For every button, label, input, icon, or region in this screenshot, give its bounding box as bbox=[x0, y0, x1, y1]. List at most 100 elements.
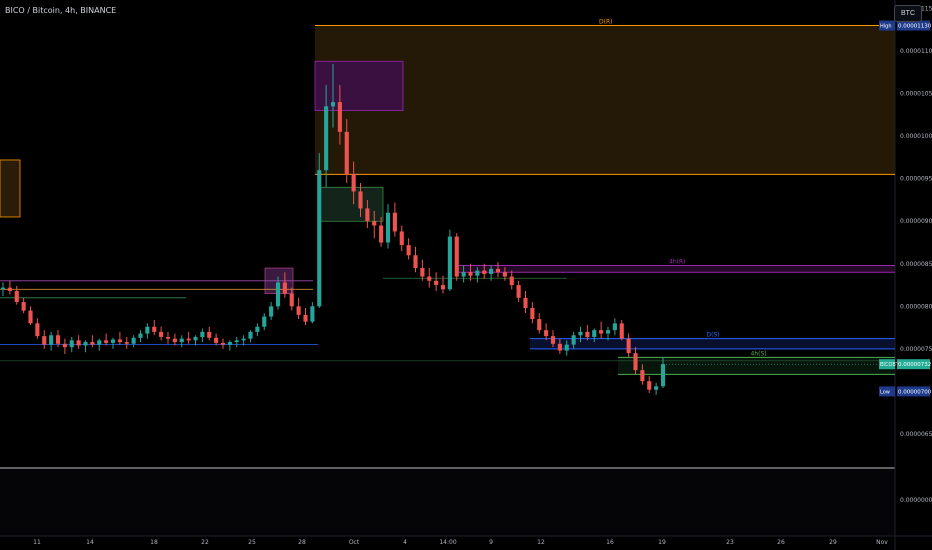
candle-body bbox=[654, 386, 659, 390]
candle-body bbox=[303, 314, 308, 322]
candle-body bbox=[612, 323, 617, 331]
zone-purple bbox=[455, 265, 895, 273]
candle-body bbox=[544, 330, 549, 337]
zone-label: D(S) bbox=[707, 332, 720, 339]
candle-body bbox=[14, 291, 19, 303]
candle-body bbox=[599, 330, 604, 334]
candle-body bbox=[592, 330, 597, 337]
candle-body bbox=[434, 280, 439, 286]
candle-body bbox=[275, 282, 281, 307]
time-tick-label: 23 bbox=[726, 539, 734, 546]
candle-body bbox=[69, 340, 74, 348]
price-tick-label: 0.00001000 bbox=[900, 133, 932, 140]
candle-body bbox=[571, 335, 576, 345]
candle-body bbox=[427, 276, 432, 281]
time-tick-label: 28 bbox=[298, 539, 306, 546]
currency-button[interactable]: BTC bbox=[894, 5, 922, 22]
candle-body bbox=[186, 338, 191, 341]
candle-body bbox=[227, 342, 232, 345]
candle-body bbox=[76, 340, 81, 346]
candle-body bbox=[179, 338, 184, 343]
candle-body bbox=[200, 331, 205, 337]
candle-body bbox=[282, 282, 287, 294]
zone-old-supply bbox=[0, 159, 21, 218]
candle-body bbox=[159, 331, 164, 337]
price-tick-label: 0.00000800 bbox=[900, 303, 932, 310]
price-tag-value-text: 0.00000700 bbox=[898, 389, 932, 395]
candle-body bbox=[344, 131, 349, 175]
time-tick-label: 19 bbox=[658, 539, 666, 546]
candle-body bbox=[372, 221, 377, 226]
price-tick-label: 0.00000900 bbox=[900, 218, 932, 225]
candle-body bbox=[124, 342, 129, 344]
time-tick-label: 11 bbox=[33, 539, 41, 546]
candle-body bbox=[337, 102, 342, 132]
candle-body bbox=[454, 236, 459, 277]
time-tick-label: 9 bbox=[489, 539, 493, 546]
candle-body bbox=[420, 268, 425, 277]
price-tick-label: 0.00000750 bbox=[900, 346, 932, 353]
candle-body bbox=[633, 353, 638, 371]
price-tag-value-text: 0.00001130 bbox=[898, 24, 932, 30]
candle-body bbox=[605, 330, 611, 334]
candle-body bbox=[317, 170, 322, 307]
candle-body bbox=[523, 297, 528, 309]
indicator-pane bbox=[0, 469, 895, 536]
zone-label: 4h(R) bbox=[669, 258, 685, 265]
time-tick-label: 25 bbox=[248, 539, 256, 546]
candle-body bbox=[489, 268, 494, 274]
candle-body bbox=[220, 342, 226, 345]
candle-body bbox=[0, 287, 6, 290]
price-chart[interactable]: D(R)4h(R)D(S)4h(S)0.000011500.000011000.… bbox=[0, 0, 932, 550]
candle-body bbox=[502, 272, 507, 277]
time-tick-label: 14 bbox=[86, 539, 94, 546]
candle-body bbox=[640, 370, 645, 382]
candle-body bbox=[447, 236, 452, 290]
candle-body bbox=[262, 316, 267, 327]
candle-body bbox=[468, 272, 473, 276]
candle-body bbox=[21, 302, 26, 311]
candle-body bbox=[49, 335, 54, 345]
time-tick-label: 18 bbox=[150, 539, 158, 546]
candle-body bbox=[530, 308, 535, 320]
candle-body bbox=[626, 338, 631, 354]
chart-title: BICO / Bitcoin, 4h, BINANCE bbox=[5, 6, 117, 15]
price-tick-label: 0.00000850 bbox=[900, 261, 932, 268]
candle-body bbox=[557, 343, 562, 351]
candle-body bbox=[564, 344, 569, 351]
candle-body bbox=[42, 336, 47, 345]
candle-body bbox=[234, 340, 239, 343]
candle-body bbox=[495, 268, 501, 273]
candle-body bbox=[537, 319, 542, 331]
candle-body bbox=[289, 293, 294, 307]
candle-body bbox=[269, 306, 274, 317]
time-tick-label: 14:00 bbox=[439, 539, 456, 546]
zone-green-mid bbox=[319, 186, 384, 222]
candle-body bbox=[440, 285, 446, 290]
time-tick-label: Oct bbox=[349, 539, 360, 546]
candle-body bbox=[482, 270, 487, 274]
candle-body bbox=[379, 225, 384, 243]
candle-body bbox=[55, 335, 61, 344]
candle-body bbox=[550, 336, 556, 344]
candle-body bbox=[131, 337, 136, 344]
candle-body bbox=[358, 191, 363, 209]
candle-body bbox=[117, 339, 122, 343]
time-tick-label: Nov bbox=[876, 539, 888, 546]
candle-body bbox=[83, 342, 88, 346]
time-tick-label: 12 bbox=[537, 539, 545, 546]
candle-body bbox=[660, 364, 666, 387]
candle-body bbox=[7, 287, 12, 292]
candle-body bbox=[406, 245, 411, 256]
zone-purple-top bbox=[314, 60, 404, 112]
price-tick-label: 0.00001100 bbox=[900, 48, 932, 55]
candle-body bbox=[241, 338, 246, 341]
candle-body bbox=[509, 276, 514, 286]
candle-body bbox=[585, 331, 590, 337]
zone-label: D(R) bbox=[599, 19, 612, 26]
candle-body bbox=[516, 285, 521, 298]
candle-body bbox=[255, 326, 260, 332]
candle-body bbox=[647, 381, 652, 390]
candle-body bbox=[62, 343, 67, 348]
time-tick-label: 4 bbox=[403, 539, 407, 546]
